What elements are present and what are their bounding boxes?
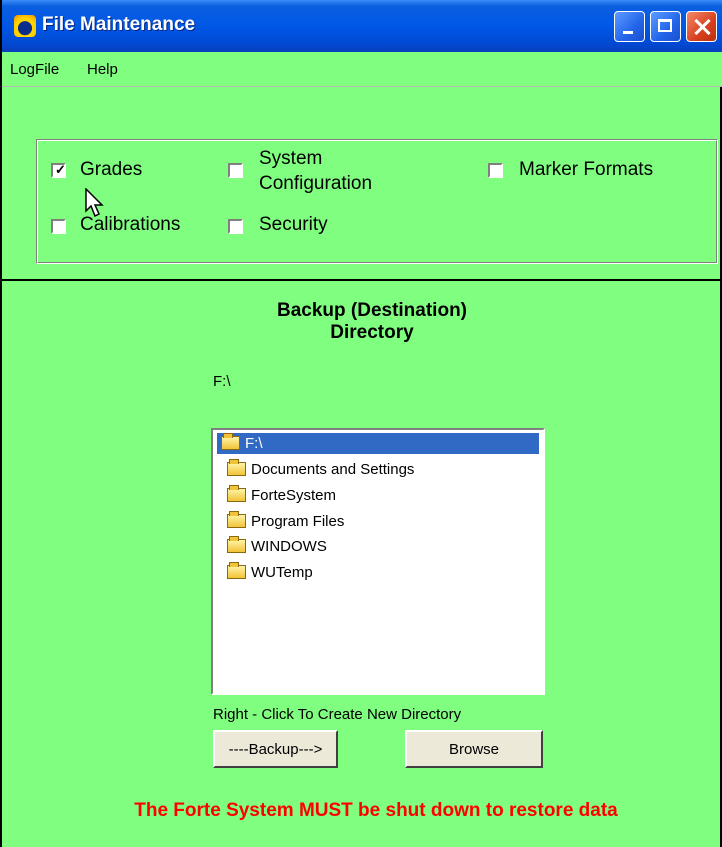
folder-icon <box>227 485 246 502</box>
system-configuration-label-line2[interactable]: Configuration <box>259 172 372 195</box>
menu-logfile[interactable]: LogFile <box>10 61 59 78</box>
directory-item[interactable]: ForteSystem <box>217 485 539 506</box>
checkmark-icon: ✓ <box>55 162 66 177</box>
shutdown-warning: The Forte System MUST be shut down to re… <box>134 800 618 821</box>
grades-label[interactable]: Grades <box>80 158 142 181</box>
security-checkbox[interactable] <box>228 219 243 234</box>
section-divider <box>2 279 722 281</box>
app-icon[interactable] <box>14 15 36 37</box>
menu-bar: LogFile Help <box>2 52 722 86</box>
directory-item[interactable]: Documents and Settings <box>217 459 539 480</box>
close-button[interactable] <box>686 11 717 42</box>
system-configuration-label-line1[interactable]: System <box>259 147 322 170</box>
security-label[interactable]: Security <box>259 213 328 236</box>
current-path: F:\ <box>213 373 231 390</box>
marker-formats-label[interactable]: Marker Formats <box>519 158 653 181</box>
mouse-cursor-icon <box>85 188 104 218</box>
directory-item[interactable]: WUTemp <box>217 562 539 583</box>
open-folder-icon <box>221 433 240 450</box>
create-directory-hint: Right - Click To Create New Directory <box>213 706 462 723</box>
backup-button[interactable]: ----Backup---> <box>213 730 338 768</box>
menu-help[interactable]: Help <box>87 61 118 78</box>
minimize-button[interactable] <box>614 11 645 42</box>
directory-item[interactable]: Program Files <box>217 511 539 532</box>
folder-icon <box>227 511 246 528</box>
system-configuration-checkbox[interactable] <box>228 163 243 178</box>
browse-button[interactable]: Browse <box>405 730 543 768</box>
calibrations-checkbox[interactable] <box>51 219 66 234</box>
folder-icon <box>227 562 246 579</box>
directory-list[interactable]: F:\ Documents and Settings ForteSystem P… <box>211 428 545 695</box>
marker-formats-checkbox[interactable] <box>488 163 503 178</box>
title-bar[interactable]: File Maintenance <box>2 0 722 52</box>
grades-checkbox[interactable]: ✓ <box>51 162 66 178</box>
backup-directory-heading: Backup (Destination) Directory <box>276 300 468 343</box>
maximize-button[interactable] <box>650 11 681 42</box>
directory-item[interactable]: WINDOWS <box>217 536 539 557</box>
directory-item-root[interactable]: F:\ <box>217 433 539 454</box>
window-title: File Maintenance <box>42 14 196 35</box>
menu-divider <box>2 86 722 87</box>
file-maintenance-window: File Maintenance LogFile Help ✓ Grades S… <box>0 0 722 847</box>
folder-icon <box>227 459 246 476</box>
folder-icon <box>227 536 246 553</box>
